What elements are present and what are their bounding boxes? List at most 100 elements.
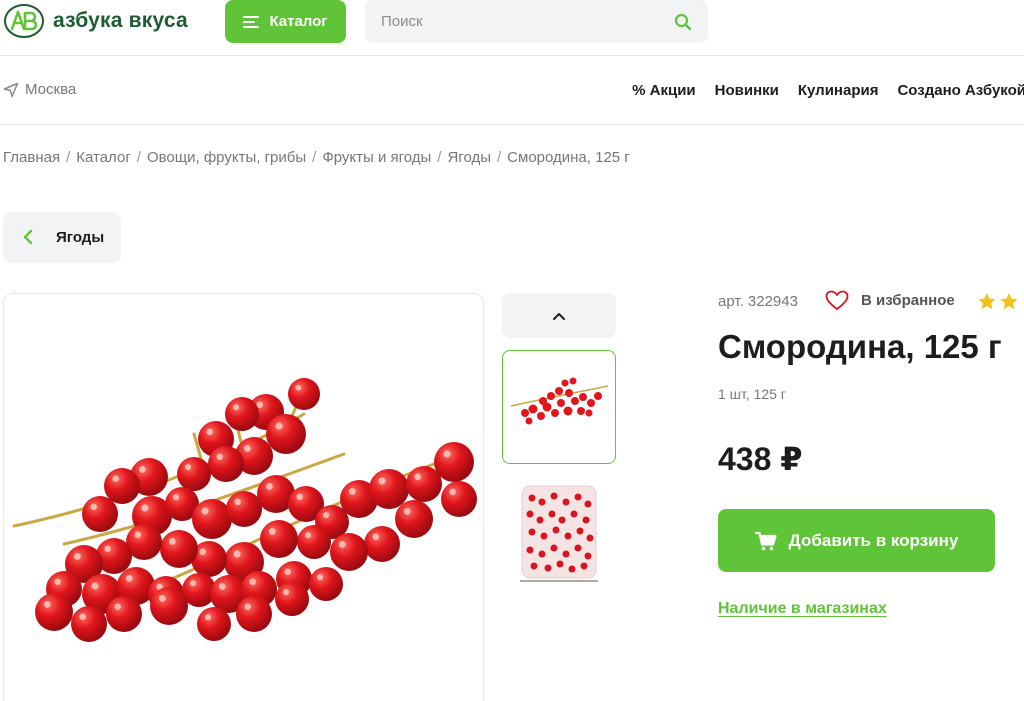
catalog-button[interactable]: Каталог bbox=[225, 0, 346, 43]
product-weight: 1 шт, 125 г bbox=[718, 386, 786, 402]
berry-highlight bbox=[112, 475, 119, 483]
berry bbox=[260, 520, 298, 558]
breadcrumb-item[interactable]: Главная bbox=[3, 149, 60, 166]
city-selector[interactable]: Москва bbox=[3, 81, 76, 98]
berry bbox=[106, 596, 142, 632]
nav-link-new[interactable]: Новинки bbox=[715, 82, 779, 99]
product-title: Смородина, 125 г bbox=[718, 328, 1002, 365]
berry-highlight bbox=[125, 574, 133, 582]
berry-highlight bbox=[414, 473, 421, 481]
berry bbox=[266, 414, 306, 454]
berry-highlight bbox=[134, 531, 141, 539]
berry-highlight bbox=[295, 384, 302, 391]
breadcrumb-item[interactable]: Ягоды bbox=[447, 149, 491, 166]
berry bbox=[441, 481, 477, 517]
chevron-up-icon bbox=[553, 312, 565, 320]
chevron-left-icon bbox=[23, 229, 33, 245]
berry-highlight bbox=[443, 450, 451, 458]
breadcrumb-item[interactable]: Фрукты и ягоды bbox=[322, 149, 431, 166]
berry bbox=[330, 533, 368, 571]
nav-links: % Акции Новинки Кулинария Создано Азбуко… bbox=[632, 82, 1024, 99]
back-to-category-button[interactable]: Ягоды bbox=[3, 212, 121, 263]
nav-link-sales[interactable]: % Акции bbox=[632, 82, 696, 99]
berry bbox=[395, 500, 433, 538]
add-to-favorites[interactable]: В избранное bbox=[825, 290, 955, 311]
product-main-image[interactable] bbox=[3, 293, 484, 701]
currant-package-thumbnail bbox=[520, 485, 598, 582]
logo[interactable]: азбука вкуса bbox=[3, 3, 188, 39]
thumbnail-2[interactable] bbox=[502, 476, 616, 590]
berry bbox=[275, 582, 309, 616]
berry-highlight bbox=[168, 537, 176, 545]
berry-highlight bbox=[218, 582, 226, 590]
berry bbox=[309, 567, 343, 601]
star-icon bbox=[978, 293, 996, 310]
nav-link-own-brand[interactable]: Создано Азбукой bbox=[897, 82, 1024, 99]
berry bbox=[160, 530, 198, 568]
berry bbox=[288, 378, 320, 410]
search-input[interactable] bbox=[365, 13, 655, 30]
heart-icon bbox=[825, 290, 849, 310]
berry-highlight bbox=[249, 578, 256, 586]
berry bbox=[82, 496, 118, 532]
berry bbox=[434, 442, 474, 482]
berry-highlight bbox=[304, 532, 312, 539]
berry bbox=[364, 526, 400, 562]
breadcrumb-separator: / bbox=[497, 149, 502, 166]
breadcrumb-separator: / bbox=[66, 149, 71, 166]
berry-highlight bbox=[204, 614, 212, 621]
berry-highlight bbox=[338, 540, 346, 548]
berry-highlight bbox=[403, 507, 411, 515]
berry-highlight bbox=[43, 600, 51, 608]
berry bbox=[226, 491, 262, 527]
berry bbox=[104, 468, 140, 504]
favorites-label: В избранное bbox=[861, 292, 955, 309]
thumbnail-1[interactable] bbox=[502, 350, 616, 464]
star-icon bbox=[1000, 293, 1018, 310]
berry bbox=[177, 457, 211, 491]
berry-highlight bbox=[232, 404, 240, 411]
breadcrumb-current: Смородина, 125 г bbox=[507, 149, 630, 166]
berry-highlight bbox=[284, 568, 291, 576]
breadcrumb-item[interactable]: Каталог bbox=[76, 149, 131, 166]
search-box bbox=[365, 0, 708, 43]
berry-highlight bbox=[199, 548, 206, 556]
berry bbox=[236, 596, 272, 632]
nav-link-cooking[interactable]: Кулинария bbox=[798, 82, 879, 99]
thumbnails-scroll-up-button[interactable] bbox=[502, 293, 616, 338]
berry-highlight bbox=[90, 503, 97, 511]
berry-highlight bbox=[184, 464, 192, 471]
berry bbox=[197, 607, 231, 641]
breadcrumb-item[interactable]: Овощи, фрукты, грибы bbox=[147, 149, 306, 166]
berry-highlight bbox=[268, 527, 276, 535]
berry bbox=[71, 606, 107, 642]
catalog-button-label: Каталог bbox=[269, 13, 328, 30]
berry-highlight bbox=[244, 603, 251, 611]
add-to-cart-button[interactable]: Добавить в корзину bbox=[718, 509, 995, 572]
breadcrumb-separator: / bbox=[312, 149, 317, 166]
berry-highlight bbox=[201, 507, 209, 515]
berry-highlight bbox=[54, 578, 61, 586]
logo-text: азбука вкуса bbox=[53, 9, 188, 32]
berry-highlight bbox=[79, 613, 86, 621]
search-icon[interactable] bbox=[674, 13, 692, 31]
berry-highlight bbox=[322, 512, 330, 519]
berry-highlight bbox=[282, 589, 290, 596]
berry bbox=[35, 593, 73, 631]
header: азбука вкуса Каталог bbox=[0, 0, 1024, 56]
berry-highlight bbox=[172, 494, 180, 501]
city-label: Москва bbox=[25, 81, 77, 98]
berry-highlight bbox=[114, 603, 121, 611]
berry-highlight bbox=[378, 477, 386, 485]
product-article: арт. 322943 bbox=[718, 293, 798, 310]
breadcrumb-separator: / bbox=[136, 149, 141, 166]
berry-highlight bbox=[233, 550, 241, 558]
add-to-cart-label: Добавить в корзину bbox=[788, 530, 959, 550]
berry bbox=[225, 397, 259, 431]
berry-highlight bbox=[206, 428, 213, 436]
berry-highlight bbox=[158, 594, 166, 602]
berry bbox=[208, 446, 244, 482]
berry bbox=[192, 499, 232, 539]
back-button-label: Ягоды bbox=[56, 229, 105, 246]
store-availability-link[interactable]: Наличие в магазинах bbox=[718, 600, 887, 618]
